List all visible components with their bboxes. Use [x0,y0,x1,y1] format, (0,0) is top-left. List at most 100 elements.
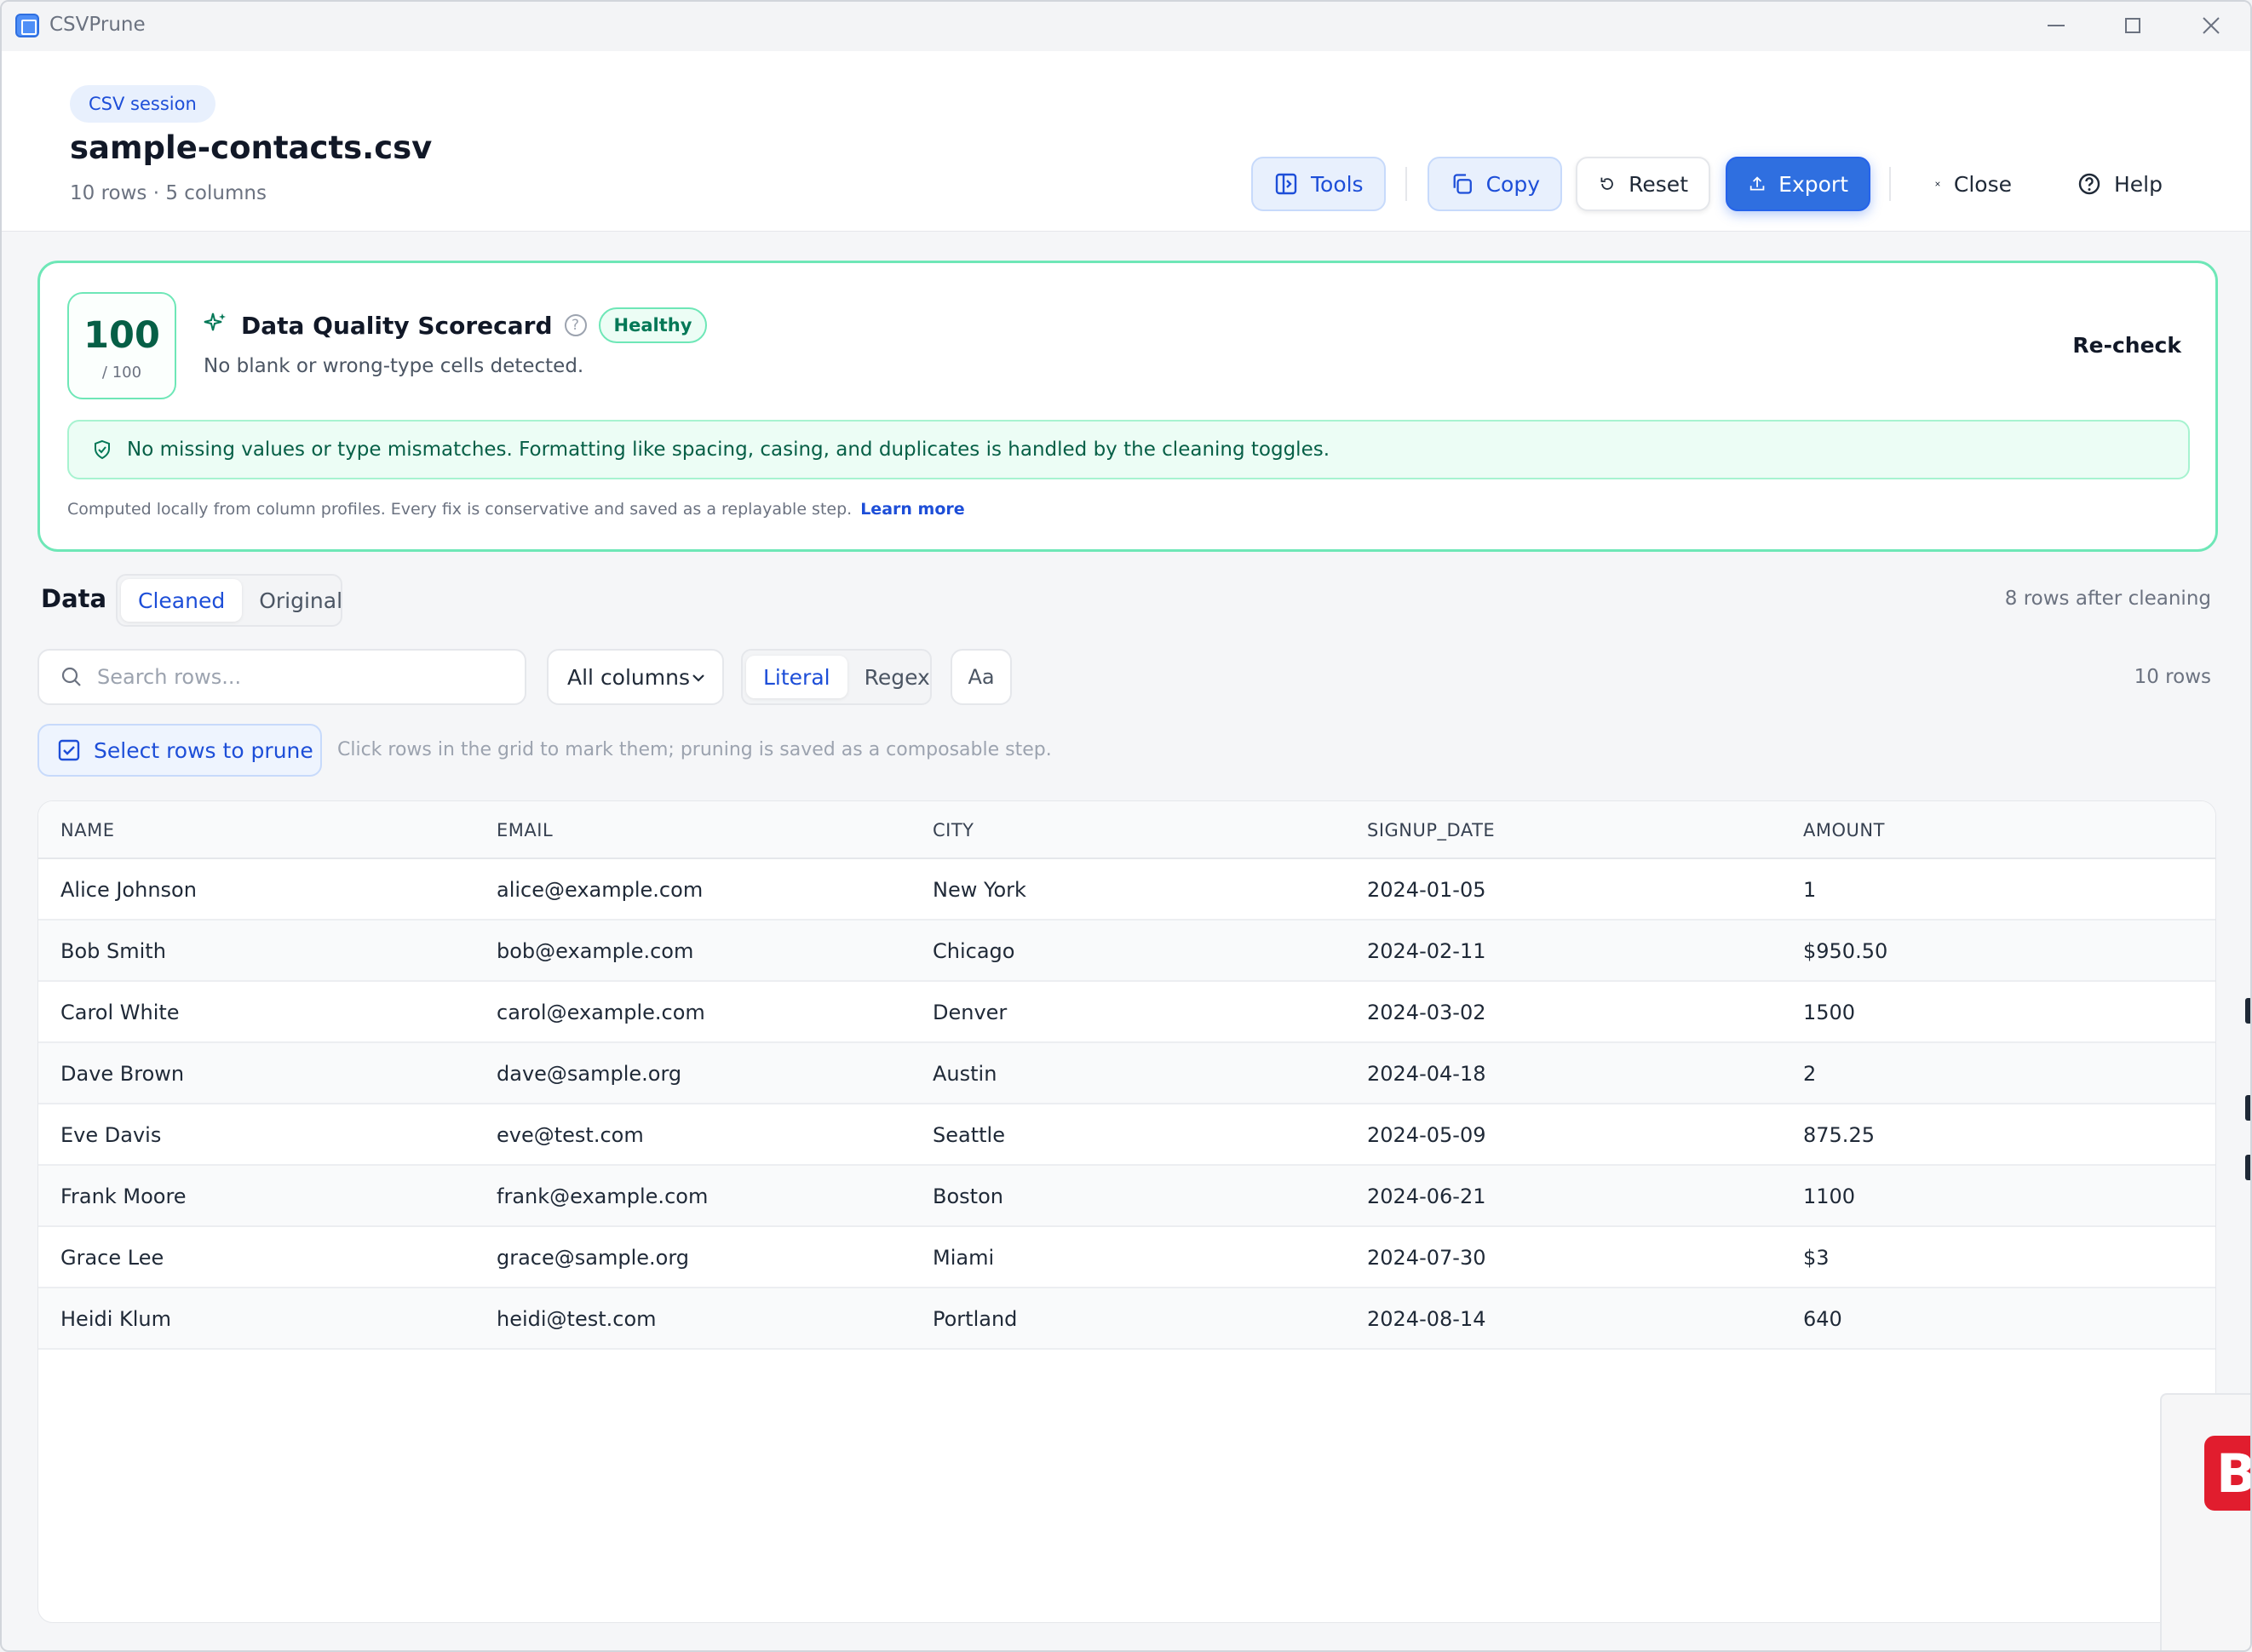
column-filter-value: All columns [567,664,690,690]
cell-email: dave@sample.org [497,1062,682,1086]
cell-city: Miami [933,1246,995,1270]
cell-amount: 640 [1803,1307,1842,1331]
cell-city: Boston [933,1185,1003,1208]
chevron-down-icon [692,674,704,682]
cell-signup-date: 2024-06-21 [1367,1185,1486,1208]
maximize-button[interactable] [2107,7,2158,44]
search-input[interactable] [97,665,489,689]
session-header: CSV session sample-contacts.csv 10 rows … [2,51,2250,232]
cell-amount: $950.50 [1803,939,1888,963]
table-row[interactable]: Carol White carol@example.com Denver 202… [38,982,2215,1043]
table-row[interactable]: Grace Lee grace@sample.org Miami 2024-07… [38,1227,2215,1288]
toolbar-separator [1405,167,1407,201]
table-row[interactable]: Dave Brown dave@sample.org Austin 2024-0… [38,1043,2215,1104]
cell-email: heidi@test.com [497,1307,657,1331]
tools-label: Tools [1311,171,1364,197]
cell-city: Portland [933,1307,1018,1331]
table-row[interactable]: Alice Johnson alice@example.com New York… [38,859,2215,921]
cell-name: Carol White [60,1001,180,1024]
score-value: 100 [83,314,160,357]
learn-more-link[interactable]: Learn more [860,500,964,519]
app-icon [15,14,39,37]
cell-amount: 2 [1803,1062,1817,1086]
cell-amount: 1100 [1803,1185,1856,1208]
view-toggle: Cleaned Original [116,574,342,627]
close-icon [2203,17,2220,34]
export-button[interactable]: Export [1726,157,1870,211]
reset-label: Reset [1629,171,1688,197]
copy-button[interactable]: Copy [1428,157,1562,211]
file-meta: 10 rows · 5 columns [70,182,267,204]
cell-email: alice@example.com [497,878,704,902]
rows-after-cleaning: 8 rows after cleaning [2004,588,2211,610]
reset-button[interactable]: Reset [1576,157,1710,211]
scorecard-title: Data Quality Scorecard [241,311,553,340]
maximize-icon [2125,18,2140,33]
checkbox-icon [58,739,80,761]
match-mode-toggle: Literal Regex [741,649,932,705]
cell-name: Bob Smith [60,939,166,963]
column-filter-select[interactable]: All columns [547,649,724,705]
cell-city: Chicago [933,939,1015,963]
cell-email: frank@example.com [497,1185,709,1208]
select-rows-to-prune-button[interactable]: Select rows to prune [37,724,322,777]
title-bar: CSVPrune [2,2,2250,51]
scrollbar-marker [2245,998,2250,1024]
help-button[interactable]: Help [2056,157,2184,211]
cell-signup-date: 2024-01-05 [1367,878,1486,902]
tools-button[interactable]: Tools [1251,157,1386,211]
cell-name: Eve Davis [60,1123,162,1147]
column-header-city[interactable]: CITY [933,820,974,840]
minimize-icon [2048,25,2065,26]
floating-widget-logo[interactable]: B [2204,1436,2250,1511]
recheck-button[interactable]: Re-check [2072,333,2181,358]
search-box[interactable] [37,649,526,705]
mode-literal[interactable]: Literal [746,656,847,698]
cell-city: Denver [933,1001,1008,1024]
cell-email: carol@example.com [497,1001,705,1024]
reset-icon [1600,177,1613,190]
table-header: NAME EMAIL CITY SIGNUP_DATE AMOUNT [38,801,2215,859]
app-title: CSVPrune [49,14,146,36]
floating-widget-panel [2160,1393,2250,1650]
copy-label: Copy [1485,171,1540,197]
question-icon[interactable]: ? [564,314,587,336]
column-header-amount[interactable]: AMOUNT [1803,820,1885,840]
cell-signup-date: 2024-03-02 [1367,1001,1486,1024]
cell-signup-date: 2024-08-14 [1367,1307,1486,1331]
window-close-button[interactable] [2186,7,2237,44]
close-session-button[interactable]: Close [1913,157,2032,211]
cell-signup-date: 2024-07-30 [1367,1246,1486,1270]
cell-amount: 1500 [1803,1001,1856,1024]
scorecard-subtitle: No blank or wrong-type cells detected. [204,355,584,377]
cell-name: Grace Lee [60,1246,164,1270]
scorecard-footnote: Computed locally from column profiles. E… [67,500,965,519]
case-sensitive-toggle[interactable]: Aa [951,649,1012,705]
mode-regex[interactable]: Regex [847,656,947,698]
table-row[interactable]: Bob Smith bob@example.com Chicago 2024-0… [38,921,2215,982]
upload-icon [1749,176,1765,191]
cell-email: grace@sample.org [497,1246,690,1270]
copy-icon [1453,174,1472,194]
column-header-email[interactable]: EMAIL [497,820,553,840]
panel-icon [1275,173,1297,195]
column-header-name[interactable]: NAME [60,820,114,840]
cell-signup-date: 2024-05-09 [1367,1123,1486,1147]
app-window: CSVPrune CSV session sample-contacts.csv… [0,0,2252,1652]
data-grid: NAME EMAIL CITY SIGNUP_DATE AMOUNT Alice… [37,800,2216,1623]
column-header-signup-date[interactable]: SIGNUP_DATE [1367,820,1495,840]
cell-amount: $3 [1803,1246,1830,1270]
cell-name: Frank Moore [60,1185,187,1208]
status-badge: Healthy [598,307,708,343]
prune-button-label: Select rows to prune [94,737,313,763]
cell-signup-date: 2024-02-11 [1367,939,1486,963]
cell-name: Heidi Klum [60,1307,172,1331]
notice-text: No missing values or type mismatches. Fo… [127,439,1330,461]
minimize-button[interactable] [2031,7,2082,44]
table-row[interactable]: Frank Moore frank@example.com Boston 202… [38,1166,2215,1227]
cell-signup-date: 2024-04-18 [1367,1062,1486,1086]
tab-cleaned[interactable]: Cleaned [121,579,243,622]
table-row[interactable]: Heidi Klum heidi@test.com Portland 2024-… [38,1288,2215,1350]
table-row[interactable]: Eve Davis eve@test.com Seattle 2024-05-0… [38,1104,2215,1166]
tab-original[interactable]: Original [242,579,359,622]
